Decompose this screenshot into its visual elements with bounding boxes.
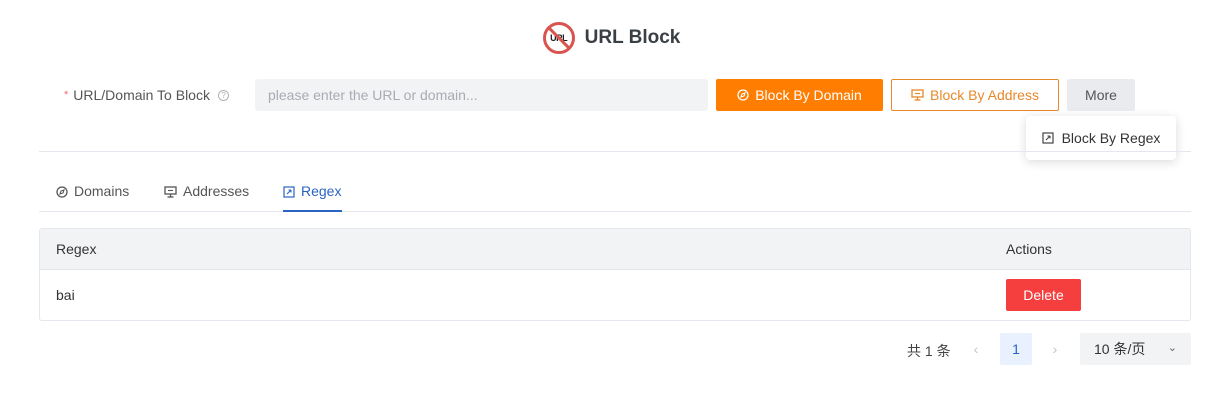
page-header: URL URL Block — [0, 22, 1223, 54]
pagination-total: 共 1 条 — [907, 343, 951, 359]
regex-icon — [1041, 132, 1054, 144]
column-header-regex: Regex — [56, 241, 97, 257]
compass-icon — [56, 183, 68, 198]
url-field-label: * URL/Domain To Block ? — [64, 79, 229, 111]
url-block-logo-icon: URL — [542, 22, 575, 54]
block-by-domain-label: Block By Domain — [755, 87, 862, 103]
tab-bar: Domains Addresses Regex — [39, 177, 1191, 212]
help-icon[interactable]: ? — [217, 89, 229, 101]
delete-button[interactable]: Delete — [1006, 279, 1081, 311]
block-by-address-label: Block By Address — [930, 87, 1039, 103]
prev-page-button[interactable]: ‹ — [964, 333, 988, 365]
pagination: 共 1 条 ‹ 1 › 10 条/页 ⌄ — [0, 333, 1223, 365]
url-field-label-text: URL/Domain To Block — [73, 87, 210, 103]
page-size-select[interactable]: 10 条/页 ⌄ — [1080, 333, 1191, 365]
section-divider — [39, 151, 1191, 152]
url-input[interactable] — [255, 79, 708, 111]
tab-regex-label: Regex — [301, 183, 342, 199]
block-by-address-button[interactable]: Block By Address — [891, 79, 1059, 111]
more-button[interactable]: More — [1067, 79, 1135, 111]
page-size-value: 10 条/页 — [1094, 341, 1146, 357]
required-mark: * — [64, 89, 69, 101]
monitor-icon — [911, 89, 924, 101]
chevron-down-icon: ⌄ — [1167, 342, 1177, 354]
tab-addresses[interactable]: Addresses — [164, 177, 249, 212]
column-header-actions: Actions — [1006, 241, 1052, 257]
block-form: * URL/Domain To Block ? Block By Domain … — [0, 79, 1223, 111]
table-header: Regex Actions — [40, 229, 1190, 270]
compass-icon — [737, 89, 749, 101]
page-title: URL Block — [584, 27, 681, 48]
tab-regex[interactable]: Regex — [283, 177, 342, 212]
regex-table: Regex Actions bai Delete — [39, 228, 1191, 321]
next-page-button[interactable]: › — [1043, 333, 1067, 365]
dropdown-item-label: Block By Regex — [1061, 130, 1161, 146]
page-number-1[interactable]: 1 — [1000, 333, 1032, 365]
regex-icon — [283, 183, 295, 198]
regex-cell: bai — [56, 287, 75, 303]
monitor-icon — [164, 183, 177, 198]
tab-domains-label: Domains — [74, 183, 130, 199]
more-dropdown-item-block-by-regex[interactable]: Block By Regex — [1026, 116, 1176, 160]
tab-domains[interactable]: Domains — [56, 177, 129, 212]
table-row: bai Delete — [40, 270, 1190, 320]
block-by-domain-button[interactable]: Block By Domain — [716, 79, 883, 111]
tab-addresses-label: Addresses — [183, 183, 250, 199]
